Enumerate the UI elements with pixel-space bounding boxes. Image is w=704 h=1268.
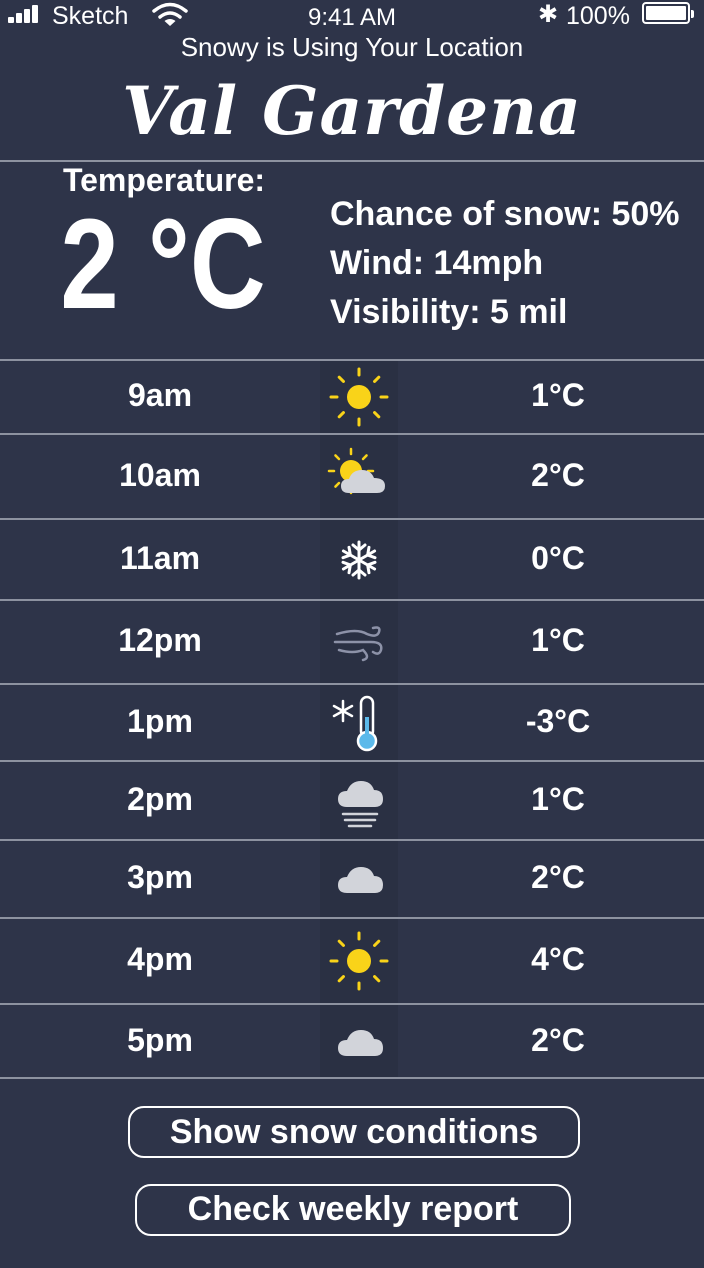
hour-temperature: 4°C xyxy=(531,941,585,977)
hour-time: 2pm xyxy=(127,780,193,817)
hour-row: 3pm 2°C xyxy=(0,841,704,917)
bluetooth-icon: ✱ xyxy=(538,1,559,28)
hour-row: 10am 2°C xyxy=(0,435,704,518)
status-bar: Sketch 9:41 AM ✱ 100% xyxy=(0,0,704,34)
fog-icon xyxy=(338,780,383,827)
hour-time: 4pm xyxy=(127,941,193,977)
battery-icon xyxy=(642,2,694,24)
hour-time: 11am xyxy=(119,539,201,576)
hour-time: 5pm xyxy=(127,1021,193,1058)
hour-icon-cell xyxy=(320,1005,398,1078)
hour-row: 12pm 1°C xyxy=(0,601,704,683)
city-title: Val Gardena xyxy=(122,72,582,150)
hour-time: 12pm xyxy=(118,622,202,658)
hour-icon-cell xyxy=(320,435,398,518)
current-temperature: 2 °C xyxy=(60,193,266,336)
hour-temperature: 2°C xyxy=(531,859,585,895)
location-notice: Snowy is Using Your Location xyxy=(180,32,524,62)
sun-icon xyxy=(329,931,389,991)
cloud-icon xyxy=(338,1029,383,1056)
hour-temperature: 0°C xyxy=(531,539,585,576)
hour-icon-cell xyxy=(320,919,398,1003)
hour-temperature: 2°C xyxy=(531,456,585,493)
hour-time: 3pm xyxy=(127,859,193,895)
snowflake-icon xyxy=(341,540,377,579)
hour-temperature: 1°C xyxy=(531,377,585,413)
hour-row: 2pm 1°C xyxy=(0,762,704,839)
check-weekly-report-button[interactable]: Check weekly report xyxy=(135,1184,571,1236)
hour-icon-cell xyxy=(320,361,398,433)
cloud-icon xyxy=(338,867,383,893)
hour-row: 11am 0°C xyxy=(0,520,704,599)
hour-icon-cell xyxy=(320,520,398,599)
hour-row: 9am 1°C xyxy=(0,361,704,433)
hour-time: 9am xyxy=(127,377,193,413)
hour-row: 5pm 2°C xyxy=(0,1005,704,1078)
hour-row: 1pm -3°C xyxy=(0,685,704,760)
hour-temperature: 1°C xyxy=(531,622,585,658)
hour-icon-cell xyxy=(320,841,398,917)
battery-percentage: 100% xyxy=(566,2,630,30)
hour-time: 10am xyxy=(119,456,201,493)
hour-time: 1pm xyxy=(127,702,193,739)
wind-speed: Wind: 14mph xyxy=(330,244,544,282)
divider xyxy=(0,1077,704,1079)
hour-icon-cell xyxy=(320,762,398,839)
hour-row: 4pm 4°C xyxy=(0,919,704,1003)
sun-icon xyxy=(329,367,389,427)
current-stats: Chance of snow: 50% Wind: 14mph Visibili… xyxy=(330,190,680,337)
hour-icon-cell xyxy=(320,685,398,760)
cold-thermometer-icon xyxy=(332,695,378,751)
hour-temperature: -3°C xyxy=(525,702,591,739)
hour-temperature: 1°C xyxy=(531,780,585,817)
hour-icon-cell xyxy=(320,601,398,683)
visibility: Visibility: 5 mil xyxy=(330,293,568,331)
partly-cloudy-icon xyxy=(327,447,385,494)
snow-chance: Chance of snow: 50% xyxy=(330,195,680,233)
show-snow-conditions-button[interactable]: Show snow conditions xyxy=(128,1106,580,1158)
hour-temperature: 2°C xyxy=(531,1021,585,1058)
wind-icon xyxy=(333,626,383,662)
